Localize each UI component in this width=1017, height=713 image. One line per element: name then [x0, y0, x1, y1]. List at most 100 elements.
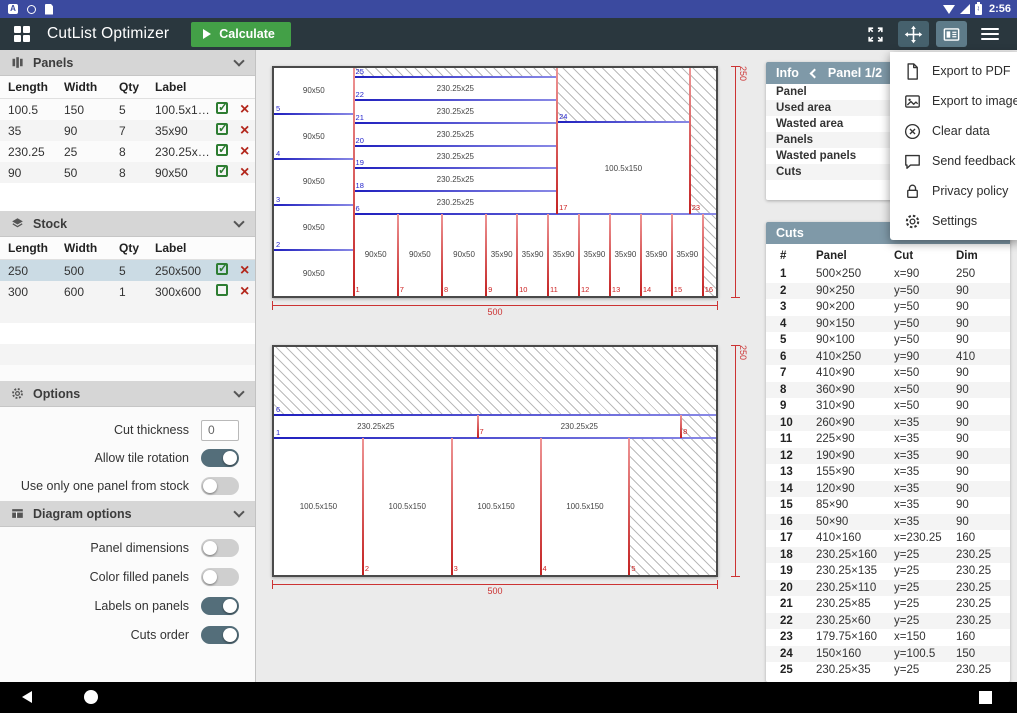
row-checkbox-icon[interactable] — [216, 144, 228, 156]
vertical-cut-line — [362, 438, 364, 575]
toggle-label: Use only one panel from stock — [0, 479, 189, 493]
cut-number: 22 — [356, 90, 364, 99]
horizontal-cut-line — [274, 414, 716, 416]
toggle-label: Panel dimensions — [0, 541, 189, 555]
chevron-left-icon[interactable] — [809, 68, 819, 78]
row-checkbox-icon[interactable] — [216, 165, 228, 177]
vertical-cut-line — [353, 68, 355, 296]
cuts-row: 19230.25×135y=25230.25 — [766, 563, 1010, 580]
toggle-row: Panel dimensions — [0, 535, 255, 561]
table-row[interactable]: 100.51505100.5x1…× — [0, 99, 255, 120]
panels-icon — [10, 55, 25, 70]
toggle-switch[interactable] — [201, 477, 239, 495]
cuts-row: 1585×90x=3590 — [766, 497, 1010, 514]
dimension-bottom: 500 — [272, 580, 718, 596]
cut-number: 17 — [559, 203, 567, 212]
horizontal-cut-line — [274, 249, 354, 251]
toggle-label: Labels on panels — [0, 599, 189, 613]
row-checkbox-icon[interactable] — [216, 102, 228, 114]
cuts-row: 8360×90x=5090 — [766, 382, 1010, 399]
cut-number: 3 — [454, 564, 458, 573]
cut-number: 6 — [356, 204, 360, 213]
table-row[interactable]: 9050890x50× — [0, 162, 255, 183]
delete-row-icon[interactable]: × — [240, 262, 249, 279]
wasted-area — [274, 347, 716, 415]
calculate-button[interactable]: Calculate — [191, 22, 291, 47]
pdf-file-icon — [903, 62, 922, 81]
vertical-cut-line — [516, 214, 518, 296]
panel-piece: 90x50 — [354, 214, 398, 296]
row-checkbox-icon[interactable] — [216, 123, 228, 135]
cut-number: 25 — [356, 67, 364, 76]
vertical-cut-line — [547, 214, 549, 296]
app-bar: CutList Optimizer Calculate — [0, 18, 1017, 50]
cuts-row: 390×200y=5090 — [766, 299, 1010, 316]
table-row[interactable]: 2505005250x500× — [0, 260, 255, 281]
cuts-row: 12190×90x=3590 — [766, 448, 1010, 465]
menu-item-label: Send feedback — [932, 154, 1015, 168]
delete-row-icon[interactable]: × — [240, 122, 249, 139]
cut-number: 12 — [581, 285, 589, 294]
cut-number: 4 — [276, 149, 280, 158]
row-checkbox-icon[interactable] — [216, 284, 228, 296]
menu-item-export-to-image[interactable]: Export to image — [890, 86, 1017, 116]
recents-icon[interactable] — [979, 691, 992, 704]
reader-mode-icon[interactable] — [936, 21, 967, 47]
back-icon[interactable] — [22, 691, 32, 703]
cuts-row: 18230.25×160y=25230.25 — [766, 547, 1010, 564]
toggle-switch[interactable] — [201, 568, 239, 586]
cut-number: 8 — [683, 427, 687, 436]
cuts-row: 23179.75×160x=150160 — [766, 629, 1010, 646]
table-row[interactable]: 3006001300x600× — [0, 281, 255, 302]
delete-row-icon[interactable]: × — [240, 143, 249, 160]
vertical-cut-line — [485, 214, 487, 296]
menu-icon[interactable] — [974, 21, 1005, 47]
cell-width: 150 — [64, 103, 119, 117]
toggle-switch[interactable] — [201, 597, 239, 615]
cell-length: 250 — [8, 264, 64, 278]
delete-row-icon[interactable]: × — [240, 101, 249, 118]
menu-item-clear-data[interactable]: Clear data — [890, 116, 1017, 146]
stock-section-header[interactable]: Stock — [0, 211, 255, 237]
app-a-icon: A — [8, 4, 18, 14]
calculate-label: Calculate — [219, 27, 275, 41]
menu-item-label: Clear data — [932, 124, 990, 138]
home-icon[interactable] — [84, 690, 98, 704]
diagram-options-title: Diagram options — [33, 507, 132, 521]
cuts-row: 9310×90x=5090 — [766, 398, 1010, 415]
panel-piece: 90x50 — [442, 214, 486, 296]
menu-item-settings[interactable]: Settings — [890, 206, 1017, 236]
delete-row-icon[interactable]: × — [240, 283, 249, 300]
menu-item-export-to-pdf[interactable]: Export to PDF — [890, 56, 1017, 86]
panel-piece: 100.5x150 — [541, 438, 630, 575]
cut-number: 5 — [631, 564, 635, 573]
table-row[interactable]: 230.25258230.25x…× — [0, 141, 255, 162]
menu-item-send-feedback[interactable]: Send feedback — [890, 146, 1017, 176]
toggle-switch[interactable] — [201, 539, 239, 557]
move-icon[interactable] — [898, 21, 929, 47]
cuts-row: 13155×90x=3590 — [766, 464, 1010, 481]
cut-number: 1 — [276, 428, 280, 437]
table-row[interactable]: 3590735x90× — [0, 120, 255, 141]
panels-section-header[interactable]: Panels — [0, 50, 255, 76]
panel-piece: 230.25x25 — [354, 100, 558, 123]
panel-piece: 35x90 — [517, 214, 548, 296]
vertical-cut-line — [556, 68, 558, 214]
menu-item-privacy-policy[interactable]: Privacy policy — [890, 176, 1017, 206]
panel-piece: 230.25x25 — [354, 77, 558, 100]
toggle-switch[interactable] — [201, 449, 239, 467]
options-section-header[interactable]: Options — [0, 381, 255, 407]
fullscreen-icon[interactable] — [860, 21, 891, 47]
row-checkbox-icon[interactable] — [216, 263, 228, 275]
delete-row-icon[interactable]: × — [240, 164, 249, 181]
cut-thickness-input[interactable] — [201, 420, 239, 441]
stock-empty-rows — [0, 302, 255, 365]
cell-width: 600 — [64, 285, 119, 299]
panel-piece: 100.5x150 — [557, 122, 690, 214]
cell-length: 230.25 — [8, 145, 64, 159]
cell-label: 250x500 — [155, 264, 216, 278]
diagram-options-section-header[interactable]: Diagram options — [0, 501, 255, 527]
vertical-cut-line — [397, 214, 399, 296]
toggle-switch[interactable] — [201, 626, 239, 644]
cut-number: 4 — [543, 564, 547, 573]
